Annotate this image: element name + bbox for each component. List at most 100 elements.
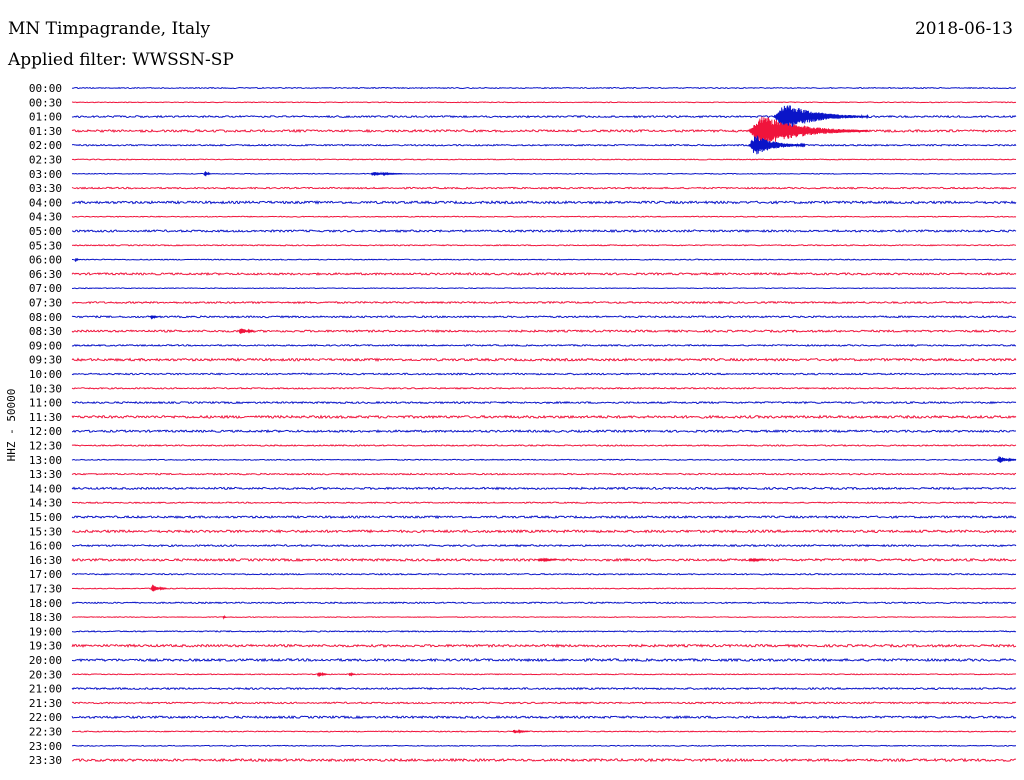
trace-row (71, 486, 1017, 491)
trace-row (71, 730, 1017, 733)
row-time-label: 18:00 (29, 597, 62, 610)
row-time-label: 20:00 (29, 654, 62, 667)
trace-row (71, 215, 1017, 218)
row-time-label: 02:30 (29, 154, 62, 167)
trace-row (71, 315, 1017, 319)
trace-row (71, 172, 1017, 175)
trace-row (71, 444, 1017, 447)
seismic-event (150, 584, 167, 592)
trace-row (71, 186, 1017, 190)
row-time-label: 20:30 (29, 668, 62, 681)
row-time-label: 23:30 (29, 754, 62, 767)
trace-row (71, 158, 1017, 161)
trace-row (71, 757, 1017, 763)
trace-row (71, 501, 1017, 505)
trace-row (71, 372, 1017, 376)
row-time-label: 01:00 (29, 111, 62, 124)
seismic-event (150, 315, 158, 320)
row-time-label: 00:30 (29, 96, 62, 109)
seismic-event (238, 328, 255, 334)
row-time-label: 13:30 (29, 468, 62, 481)
row-time-label: 10:30 (29, 382, 62, 395)
row-time-label: 08:00 (29, 311, 62, 324)
trace-row (71, 472, 1017, 476)
trace-row (71, 616, 1017, 619)
row-time-label: 10:00 (29, 368, 62, 381)
trace-row (71, 630, 1017, 633)
row-time-label: 23:00 (29, 740, 62, 753)
row-time-label: 21:30 (29, 697, 62, 710)
trace-row (71, 657, 1017, 663)
trace-row (71, 101, 1017, 104)
trace-row (71, 458, 1017, 462)
seismic-event (370, 171, 403, 177)
trace-row (71, 601, 1017, 605)
row-time-label: 02:00 (29, 139, 62, 152)
row-time-label: 11:00 (29, 397, 62, 410)
seismic-event (316, 671, 328, 677)
trace-row (71, 357, 1017, 363)
row-time-label: 04:00 (29, 196, 62, 209)
trace-row (71, 715, 1017, 720)
trace-row (71, 514, 1017, 520)
row-time-label: 19:00 (29, 625, 62, 638)
trace-row (71, 543, 1017, 548)
row-time-label: 09:30 (29, 354, 62, 367)
trace-row (71, 329, 1017, 334)
trace-row (71, 414, 1017, 420)
trace-row (71, 673, 1017, 676)
trace-row (71, 744, 1017, 747)
trace-row (71, 143, 1017, 147)
trace-row (71, 229, 1017, 233)
trace-row (71, 258, 1017, 261)
row-time-label: 17:30 (29, 583, 62, 596)
row-time-label: 12:30 (29, 440, 62, 453)
row-time-label: 09:00 (29, 339, 62, 352)
row-time-label: 15:30 (29, 525, 62, 538)
trace-row (71, 386, 1017, 390)
helicorder-plot: HHZ - 50000 00:0000:30 01:0001:3002:00 02:3… (5, 82, 1017, 767)
trace-row (71, 429, 1017, 434)
row-time-label: 21:00 (29, 683, 62, 696)
row-time-label: 04:30 (29, 211, 62, 224)
row-time-label: 05:00 (29, 225, 62, 238)
row-time-label: 12:00 (29, 425, 62, 438)
row-time-label: 22:30 (29, 726, 62, 739)
row-time-label: 06:30 (29, 268, 62, 281)
row-time-label: 11:30 (29, 411, 62, 424)
trace-row (71, 701, 1017, 705)
seismic-event (748, 135, 806, 155)
trace-row (71, 572, 1017, 576)
row-time-label: 07:30 (29, 297, 62, 310)
trace-row (71, 200, 1017, 205)
row-time-label: 14:30 (29, 497, 62, 510)
trace-row (71, 271, 1017, 276)
row-time-label: 17:00 (29, 568, 62, 581)
row-time-label: 14:00 (29, 482, 62, 495)
trace-row (71, 287, 1017, 290)
trace-row (71, 587, 1017, 590)
trace-row (71, 643, 1017, 649)
row-time-label: 16:00 (29, 540, 62, 553)
seismic-event (348, 671, 356, 677)
row-time-label: 05:30 (29, 239, 62, 252)
row-time-label: 03:30 (29, 182, 62, 195)
row-time-label: 00:00 (29, 82, 62, 95)
trace-row (71, 244, 1017, 247)
seismic-event (203, 171, 211, 177)
row-time-label: 22:00 (29, 711, 62, 724)
trace-row (71, 114, 1017, 119)
row-time-label: 13:00 (29, 454, 62, 467)
row-time-label: 18:30 (29, 611, 62, 624)
trace-row (71, 300, 1017, 305)
seismic-event (512, 729, 529, 735)
seismic-event (773, 105, 869, 130)
row-time-label: 15:00 (29, 511, 62, 524)
row-time-label: 06:00 (29, 254, 62, 267)
row-time-label: 01:30 (29, 125, 62, 138)
y-axis-label: HHZ - 50000 (5, 389, 18, 462)
row-time-label: 19:30 (29, 640, 62, 653)
seismic-event (996, 456, 1017, 463)
helicorder-figure: MN Timpagrande, Italy Applied filter: WW… (0, 0, 1024, 780)
row-time-label: 03:00 (29, 168, 62, 181)
